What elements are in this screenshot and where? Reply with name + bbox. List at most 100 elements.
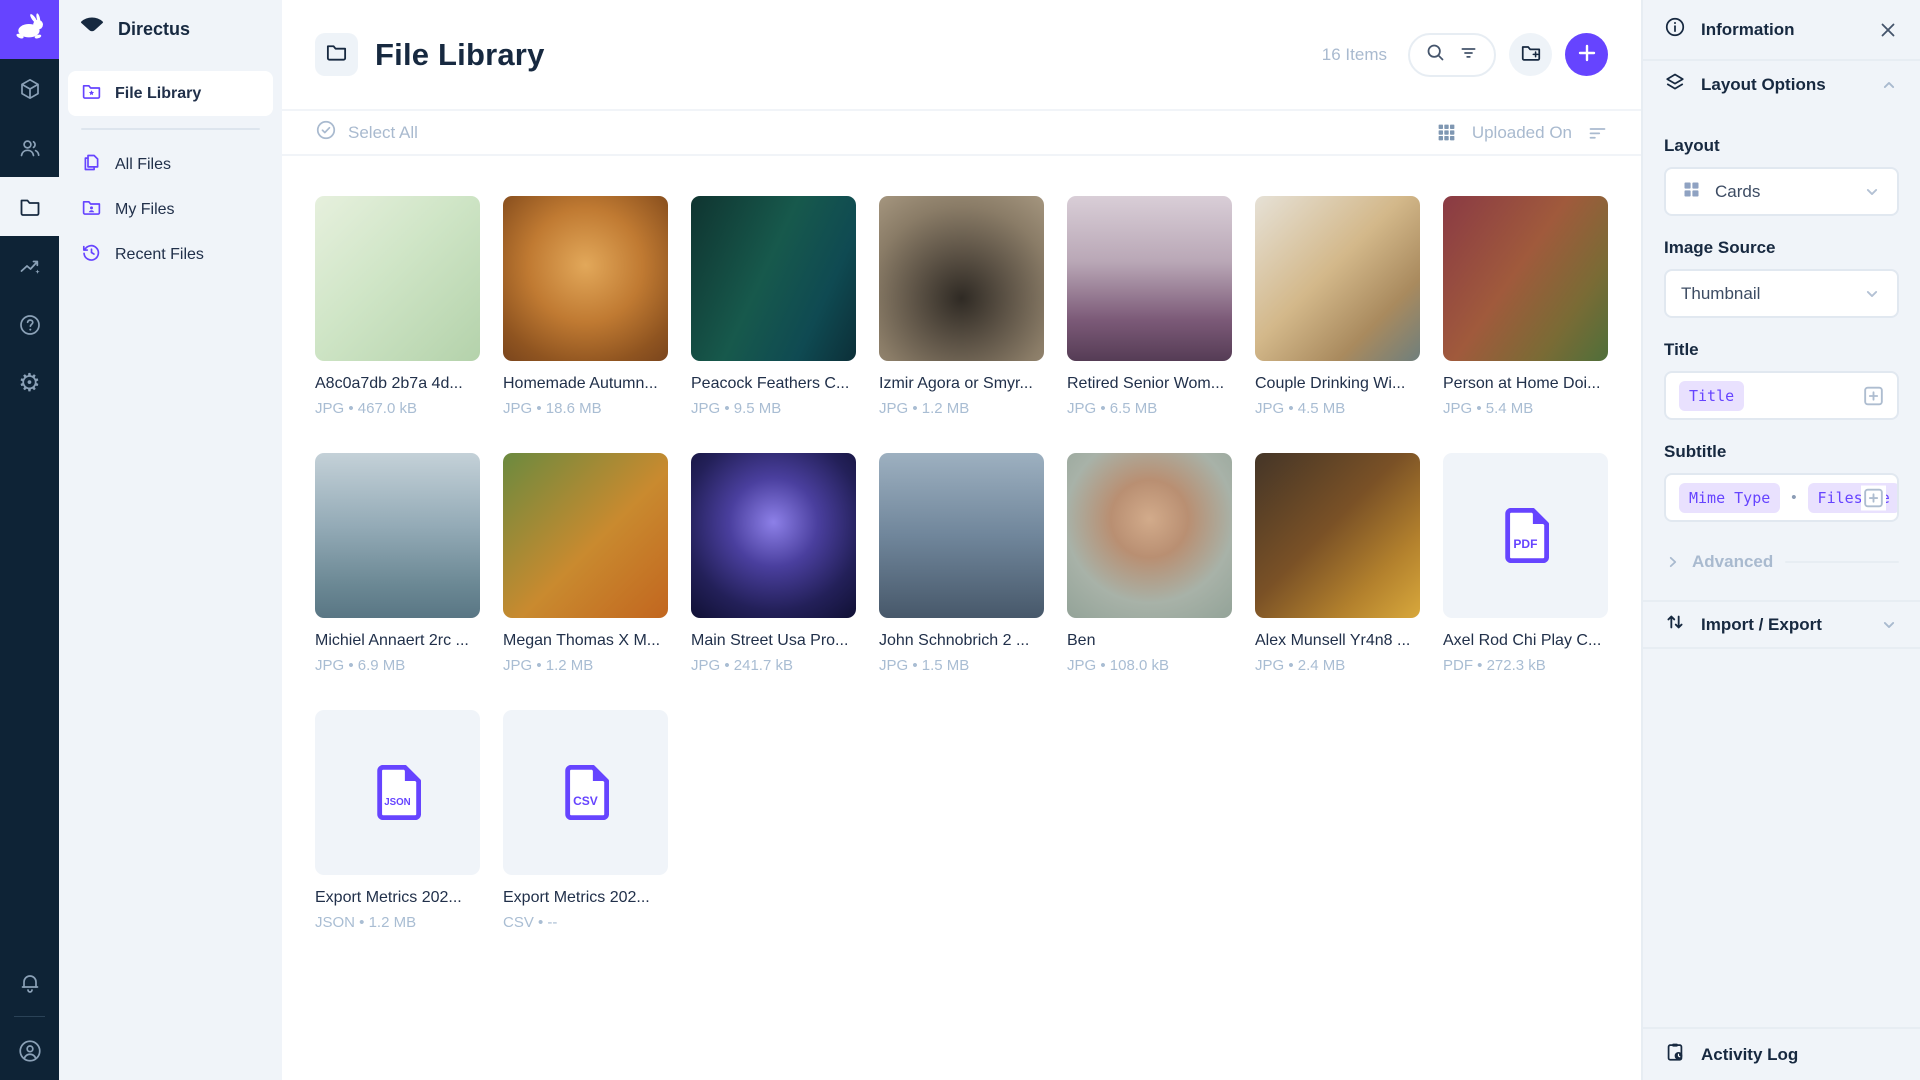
- new-folder-button[interactable]: [1509, 33, 1552, 76]
- user-menu-button[interactable]: [0, 1021, 59, 1080]
- layers-icon: [1664, 71, 1686, 98]
- module-insights[interactable]: [0, 236, 59, 295]
- module-file-library[interactable]: [0, 177, 59, 236]
- file-title: Main Street Usa Pro...: [691, 632, 856, 650]
- module-bar-divider: [14, 1016, 45, 1017]
- file-thumbnail[interactable]: [691, 196, 856, 361]
- grid-view-icon[interactable]: [1436, 122, 1457, 143]
- file-thumbnail[interactable]: CSV: [503, 710, 668, 875]
- sidebar-item-recent-files[interactable]: Recent Files: [68, 232, 273, 277]
- add-field-icon[interactable]: [1861, 383, 1886, 408]
- settings-gear-icon: ⚙: [18, 371, 40, 396]
- file-card[interactable]: Megan Thomas X M... JPG • 1.2 MB: [503, 453, 668, 674]
- file-card[interactable]: Michiel Annaert 2rc ... JPG • 6.9 MB: [315, 453, 480, 674]
- activity-log-button[interactable]: Activity Log: [1643, 1027, 1920, 1080]
- sidebar-item-label: My Files: [115, 201, 175, 219]
- field-chip[interactable]: Title: [1679, 381, 1744, 411]
- project-name: Directus: [118, 19, 190, 40]
- file-card[interactable]: CSV Export Metrics 202... CSV • --: [503, 710, 668, 931]
- file-meta: JPG • 6.9 MB: [315, 657, 480, 674]
- subtitle-template-input[interactable]: Mime Type • Filesize: [1664, 473, 1899, 522]
- sidebar-item-all-files[interactable]: All Files: [68, 142, 273, 187]
- grid-toolbar: Select All Uploaded On: [282, 109, 1641, 156]
- file-thumbnail[interactable]: [1067, 196, 1232, 361]
- module-bar: ⚙: [0, 0, 59, 1080]
- advanced-toggle[interactable]: Advanced: [1664, 552, 1899, 572]
- page-title-chip[interactable]: [315, 33, 358, 76]
- folder-plus-icon: [1520, 42, 1542, 67]
- select-all-label: Select All: [348, 123, 418, 143]
- title-field-label: Title: [1664, 340, 1899, 360]
- file-title: Homemade Autumn...: [503, 375, 668, 393]
- toolbar-right: Uploaded On: [1436, 122, 1608, 143]
- file-thumbnail[interactable]: [1067, 453, 1232, 618]
- search-filter-pill[interactable]: [1408, 33, 1496, 77]
- file-title: Couple Drinking Wi...: [1255, 375, 1420, 393]
- nav-sidebar: Directus File Library: [59, 0, 282, 1080]
- filter-icon: [1458, 42, 1479, 68]
- image-source-select[interactable]: Thumbnail: [1664, 269, 1899, 318]
- image-source-field-label: Image Source: [1664, 238, 1899, 258]
- folder-star-icon: [81, 81, 102, 107]
- file-card[interactable]: PDF Axel Rod Chi Play C... PDF • 272.3 k…: [1443, 453, 1608, 674]
- file-card[interactable]: Couple Drinking Wi... JPG • 4.5 MB: [1255, 196, 1420, 417]
- sort-field-button[interactable]: Uploaded On: [1472, 123, 1572, 143]
- file-title: A8c0a7db 2b7a 4d...: [315, 375, 480, 393]
- file-thumbnail[interactable]: [315, 453, 480, 618]
- import-export-accordion[interactable]: Import / Export: [1643, 600, 1920, 649]
- sidebar-item-file-library[interactable]: File Library: [68, 71, 273, 116]
- file-thumbnail[interactable]: [1255, 196, 1420, 361]
- file-thumbnail[interactable]: [691, 453, 856, 618]
- file-thumbnail[interactable]: JSON: [315, 710, 480, 875]
- title-template-input[interactable]: Title: [1664, 371, 1899, 420]
- file-thumbnail[interactable]: [1443, 196, 1608, 361]
- project-header[interactable]: Directus: [59, 0, 282, 59]
- information-title: Information: [1701, 20, 1795, 40]
- file-card[interactable]: Izmir Agora or Smyr... JPG • 1.2 MB: [879, 196, 1044, 417]
- file-meta: JPG • 5.4 MB: [1443, 400, 1608, 417]
- module-users[interactable]: [0, 118, 59, 177]
- notifications-button[interactable]: [0, 953, 59, 1012]
- file-title: Alex Munsell Yr4n8 ...: [1255, 632, 1420, 650]
- file-thumbnail[interactable]: [879, 196, 1044, 361]
- module-help[interactable]: [0, 295, 59, 354]
- file-thumbnail[interactable]: [1255, 453, 1420, 618]
- file-thumbnail[interactable]: [503, 453, 668, 618]
- file-thumbnail[interactable]: [879, 453, 1044, 618]
- main-content: File Library 16 Items: [282, 0, 1641, 1080]
- file-thumbnail[interactable]: [315, 196, 480, 361]
- add-file-button[interactable]: [1565, 33, 1608, 76]
- project-logo-icon: [79, 14, 105, 45]
- layout-select[interactable]: Cards: [1664, 167, 1899, 216]
- file-card[interactable]: Ben JPG • 108.0 kB: [1067, 453, 1232, 674]
- page-header: File Library 16 Items: [282, 0, 1641, 109]
- select-all-button[interactable]: Select All: [315, 119, 418, 146]
- file-card[interactable]: Retired Senior Wom... JPG • 6.5 MB: [1067, 196, 1232, 417]
- sidebar-nav: File Library All Files: [59, 59, 282, 277]
- chip-separator: •: [1791, 489, 1796, 506]
- file-thumbnail[interactable]: PDF: [1443, 453, 1608, 618]
- file-card[interactable]: Homemade Autumn... JPG • 18.6 MB: [503, 196, 668, 417]
- file-card[interactable]: John Schnobrich 2 ... JPG • 1.5 MB: [879, 453, 1044, 674]
- directus-logo-button[interactable]: [0, 0, 59, 59]
- field-chip[interactable]: Mime Type: [1679, 483, 1780, 513]
- module-settings[interactable]: ⚙: [0, 354, 59, 413]
- sidebar-item-my-files[interactable]: My Files: [68, 187, 273, 232]
- file-card[interactable]: Main Street Usa Pro... JPG • 241.7 kB: [691, 453, 856, 674]
- file-meta: PDF • 272.3 kB: [1443, 657, 1608, 674]
- file-meta: JPG • 241.7 kB: [691, 657, 856, 674]
- sort-direction-icon[interactable]: [1587, 122, 1608, 143]
- file-card[interactable]: JSON Export Metrics 202... JSON • 1.2 MB: [315, 710, 480, 931]
- file-card[interactable]: Person at Home Doi... JPG • 5.4 MB: [1443, 196, 1608, 417]
- close-icon[interactable]: [1877, 19, 1899, 41]
- file-card[interactable]: Peacock Feathers C... JPG • 9.5 MB: [691, 196, 856, 417]
- file-card[interactable]: A8c0a7db 2b7a 4d... JPG • 467.0 kB: [315, 196, 480, 417]
- svg-text:CSV: CSV: [573, 794, 598, 808]
- layout-options-accordion[interactable]: Layout Options: [1643, 59, 1920, 108]
- file-meta: JPG • 467.0 kB: [315, 400, 480, 417]
- file-card[interactable]: Alex Munsell Yr4n8 ... JPG • 2.4 MB: [1255, 453, 1420, 674]
- file-thumbnail[interactable]: [503, 196, 668, 361]
- layout-options-fields: Layout Cards Image Source Thumbnail: [1643, 108, 1920, 600]
- add-field-icon[interactable]: [1861, 485, 1886, 510]
- module-content[interactable]: [0, 59, 59, 118]
